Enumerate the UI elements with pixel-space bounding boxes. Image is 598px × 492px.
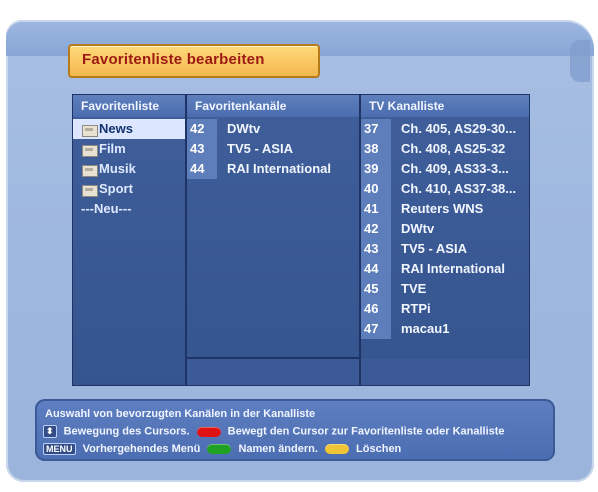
channel-number: 43 (187, 139, 217, 159)
favoritenkanal-row[interactable]: 42 DWtv (187, 119, 359, 139)
favoritenliste-item-neu[interactable]: ---Neu--- (73, 199, 185, 219)
favoritenliste-list: News Film Musik Sport ---Neu--- (73, 119, 185, 219)
channel-number: 46 (361, 299, 391, 319)
yellow-key-icon (324, 444, 349, 455)
channel-number: 43 (361, 239, 391, 259)
panel-favoritenkanaele: Favoritenkanäle 42 DWtv 43 TV5 - ASIA 44… (186, 94, 360, 386)
channel-number: 42 (361, 219, 391, 239)
channel-number: 47 (361, 319, 391, 339)
panel-favoritenliste: Favoritenliste News Film Musik Sport ---… (72, 94, 186, 386)
favoritenliste-item-label: Musik (99, 161, 136, 176)
folder-icon (82, 165, 98, 177)
help-line-1: ⬍ Bewegung des Cursors. Bewegt den Curso… (43, 425, 505, 438)
channel-number: 45 (361, 279, 391, 299)
channel-number: 37 (361, 119, 391, 139)
favoritenkanaele-list: 42 DWtv 43 TV5 - ASIA 44 RAI Internation… (187, 119, 359, 179)
channel-name: Ch. 408, AS25-32 (401, 141, 506, 156)
favoritenliste-item-sport[interactable]: Sport (73, 179, 185, 199)
help-text: Bewegt den Cursor zur Favoritenliste ode… (227, 425, 505, 438)
tv-kanal-row[interactable]: 43 TV5 - ASIA (361, 239, 529, 259)
menu-key-icon: MENU (43, 443, 76, 456)
info-box (187, 359, 359, 385)
channel-number: 38 (361, 139, 391, 159)
channel-name: RTPi (401, 301, 431, 316)
channel-name: RAI International (401, 261, 506, 276)
red-key-icon (196, 426, 221, 437)
tv-kanal-row[interactable]: 37 Ch. 405, AS29-30... (361, 119, 529, 139)
channel-name: Ch. 409, AS33-3... (401, 161, 509, 176)
channel-name: macau1 (401, 321, 450, 336)
tv-kanal-row[interactable]: 47 macau1 (361, 319, 529, 339)
favoritenliste-item-film[interactable]: Film (73, 139, 185, 159)
help-line-2: MENU Vorhergehendes Menü Namen ändern. L… (43, 443, 402, 456)
channel-name: Ch. 405, AS29-30... (401, 121, 517, 136)
channel-name: DWtv (227, 121, 261, 136)
help-text: Bewegung des Cursors. (63, 425, 190, 438)
favoritenliste-item-label: Film (99, 141, 126, 156)
channel-number: 44 (187, 159, 217, 179)
tv-kanal-row[interactable]: 45 TVE (361, 279, 529, 299)
favoritenliste-item-musik[interactable]: Musik (73, 159, 185, 179)
tv-kanal-row[interactable]: 38 Ch. 408, AS25-32 (361, 139, 529, 159)
page-title: Favoritenliste bearbeiten (82, 51, 265, 68)
help-text: Auswahl von bevorzugten Kanälen in der K… (45, 408, 316, 420)
header-favoritenliste: Favoritenliste (73, 95, 185, 117)
channel-number: 44 (361, 259, 391, 279)
favoritenliste-item-label: Sport (99, 181, 133, 196)
header-tv-kanalliste: TV Kanalliste (361, 95, 529, 117)
favoritenliste-item-news[interactable]: News (73, 119, 185, 139)
tv-kanal-row[interactable]: 39 Ch. 409, AS33-3... (361, 159, 529, 179)
channel-number: 40 (361, 179, 391, 199)
help-text: Vorhergehendes Menü (82, 443, 201, 455)
folder-icon (82, 145, 98, 157)
tv-kanal-row[interactable]: 42 DWtv (361, 219, 529, 239)
tv-kanal-row[interactable]: 40 Ch. 410, AS37-38... (361, 179, 529, 199)
cursor-keys-icon: ⬍ (43, 425, 57, 438)
channel-name: DWtv (401, 221, 435, 236)
tv-kanal-row[interactable]: 46 RTPi (361, 299, 529, 319)
top-right-decoration (570, 40, 590, 82)
help-text: Löschen (356, 443, 402, 455)
favoritenliste-item-label: ---Neu--- (81, 201, 132, 216)
folder-icon (82, 185, 98, 197)
channel-name: RAI International (227, 161, 332, 176)
tv-kanal-row[interactable]: 44 RAI International (361, 259, 529, 279)
green-key-icon (207, 444, 232, 455)
channel-number: 42 (187, 119, 217, 139)
folder-icon (82, 125, 98, 137)
help-box: Auswahl von bevorzugten Kanälen in der K… (35, 399, 555, 461)
channel-number: 39 (361, 159, 391, 179)
favoritenkanal-row[interactable]: 44 RAI International (187, 159, 359, 179)
tv-kanalliste-list: 37 Ch. 405, AS29-30... 38 Ch. 408, AS25-32… (361, 119, 529, 339)
info-box (361, 359, 529, 385)
channel-name: TVE (401, 281, 427, 296)
panel-tv-kanalliste: TV Kanalliste 37 Ch. 405, AS29-30... 38 Ch… (360, 94, 530, 386)
channel-name: Ch. 410, AS37-38... (401, 181, 517, 196)
header-favoritenkanaele: Favoritenkanäle (187, 95, 359, 117)
channel-number: 41 (361, 199, 391, 219)
favoritenliste-item-label: News (99, 121, 133, 136)
tv-kanal-row[interactable]: 41 Reuters WNS (361, 199, 529, 219)
help-text: Namen ändern. (238, 443, 318, 455)
channel-name: TV5 - ASIA (227, 141, 293, 156)
channel-name: Reuters WNS (401, 201, 484, 216)
channel-name: TV5 - ASIA (401, 241, 467, 256)
favoritenkanal-row[interactable]: 43 TV5 - ASIA (187, 139, 359, 159)
